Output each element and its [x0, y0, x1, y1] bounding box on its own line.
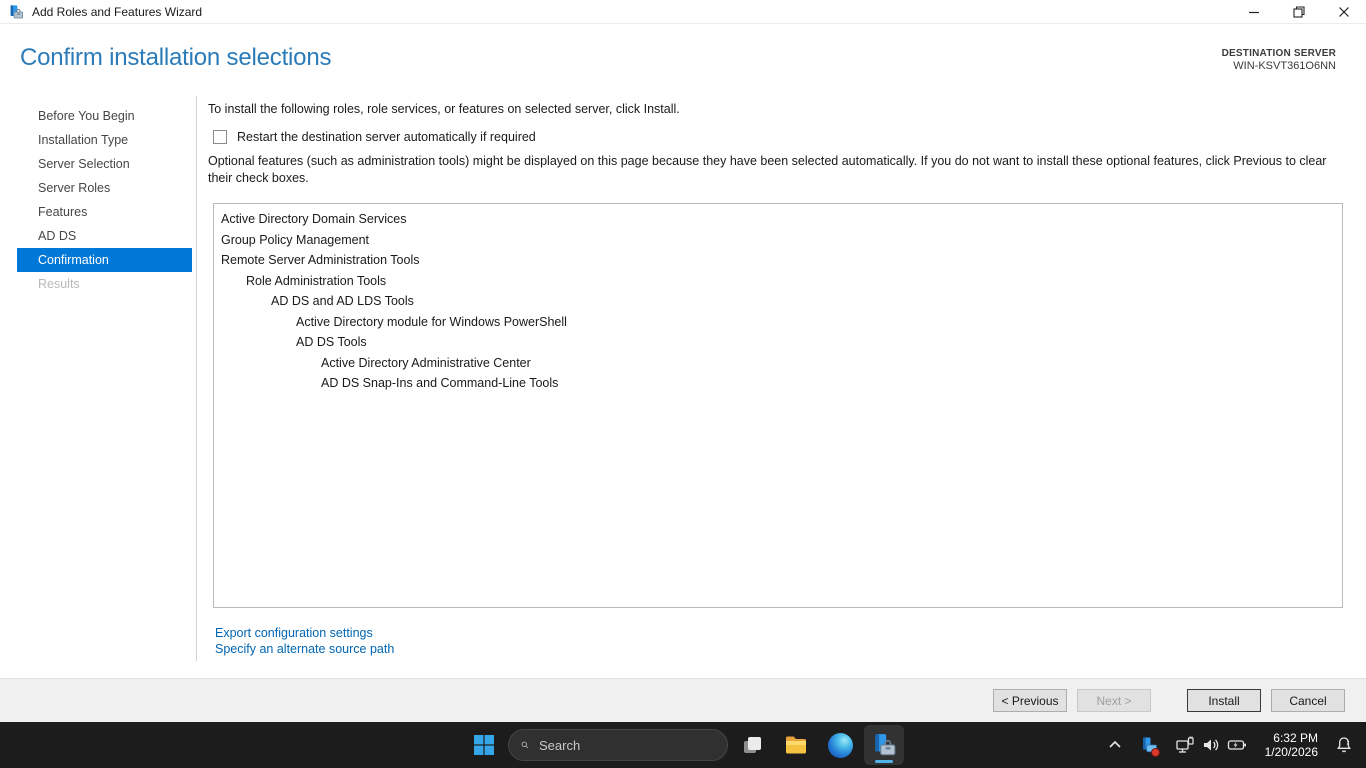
wizard-step-item[interactable]: Confirmation: [17, 248, 192, 272]
wizard-step-item[interactable]: Installation Type: [17, 128, 192, 152]
start-button[interactable]: [464, 725, 504, 765]
task-view-icon: [740, 733, 764, 757]
destination-server-block: DESTINATION SERVER WIN-KSVT361O6NN: [1222, 47, 1336, 73]
page-title: Confirm installation selections: [20, 44, 331, 72]
window-controls: [1231, 0, 1366, 24]
action-link[interactable]: Export configuration settings: [215, 625, 394, 641]
file-explorer-button[interactable]: [776, 725, 816, 765]
search-input[interactable]: [539, 738, 715, 753]
alert-badge: [1151, 748, 1160, 757]
window-title: Add Roles and Features Wizard: [32, 5, 202, 19]
chevron-up-icon: [1107, 737, 1123, 753]
feature-item[interactable]: Remote Server Administration Tools: [214, 250, 1342, 271]
close-button[interactable]: [1321, 0, 1366, 24]
wizard-buttons: < Previous Next > Install Cancel: [993, 689, 1345, 712]
hidden-icons-button[interactable]: [1103, 729, 1127, 761]
restart-checkbox[interactable]: [213, 130, 227, 144]
edge-button[interactable]: [820, 725, 860, 765]
taskbar-clock[interactable]: 6:32 PM 1/20/2026: [1261, 729, 1322, 761]
feature-item[interactable]: Active Directory Domain Services: [214, 209, 1342, 230]
wizard-step-item[interactable]: Server Roles: [17, 176, 192, 200]
clock-time: 6:32 PM: [1265, 731, 1318, 745]
wizard-step-item[interactable]: Results: [17, 272, 192, 296]
restart-checkbox-label: Restart the destination server automatic…: [237, 130, 536, 144]
action-link[interactable]: Specify an alternate source path: [215, 641, 394, 657]
server-manager-tray-button[interactable]: [1137, 729, 1161, 761]
start-icon: [472, 733, 496, 757]
network-volume-battery-group[interactable]: [1171, 729, 1251, 761]
instruction-text: To install the following roles, role ser…: [208, 102, 680, 116]
footer-bar: < Previous Next > Install Cancel: [0, 678, 1366, 722]
server-manager-taskbar-button[interactable]: [864, 725, 904, 765]
close-icon: [1337, 5, 1351, 19]
restore-button[interactable]: [1276, 0, 1321, 24]
search-icon: [521, 737, 529, 753]
volume-icon: [1199, 729, 1223, 761]
wizard-button[interactable]: Install: [1187, 689, 1261, 712]
server-manager-icon: [871, 732, 897, 758]
taskbar-search[interactable]: [508, 729, 728, 761]
taskbar-app-cluster: [464, 722, 904, 768]
feature-item[interactable]: AD DS Tools: [214, 332, 1342, 353]
feature-item[interactable]: Active Directory module for Windows Powe…: [214, 312, 1342, 333]
optional-features-note: Optional features (such as administratio…: [208, 153, 1347, 187]
wizard-button[interactable]: Cancel: [1271, 689, 1345, 712]
notification-bell-icon: z: [1334, 735, 1354, 755]
feature-item[interactable]: AD DS Snap-Ins and Command-Line Tools: [214, 373, 1342, 394]
action-links: Export configuration settings Specify an…: [215, 625, 394, 657]
minimize-icon: [1247, 5, 1261, 19]
wizard-step-item[interactable]: Server Selection: [17, 152, 192, 176]
restart-checkbox-row[interactable]: Restart the destination server automatic…: [213, 130, 536, 144]
wizard-button[interactable]: Next >: [1077, 689, 1151, 712]
feature-item[interactable]: Role Administration Tools: [214, 271, 1342, 292]
destination-server-name: WIN-KSVT361O6NN: [1222, 60, 1336, 73]
restore-icon: [1292, 5, 1306, 19]
sidebar-divider: [196, 96, 197, 661]
titlebar: Add Roles and Features Wizard: [0, 0, 1366, 24]
notification-center-button[interactable]: z: [1332, 729, 1356, 761]
taskbar: 6:32 PM 1/20/2026 z: [0, 722, 1366, 768]
add-roles-wizard-window: Add Roles and Features Wizard: [0, 0, 1366, 722]
clock-date: 1/20/2026: [1265, 745, 1318, 759]
task-view-button[interactable]: [732, 725, 772, 765]
wizard-steps-nav: Before You Begin Installation Type Serve…: [17, 104, 192, 296]
battery-icon: [1225, 729, 1249, 761]
feature-item[interactable]: AD DS and AD LDS Tools: [214, 291, 1342, 312]
server-manager-icon: [8, 4, 24, 20]
wizard-step-item[interactable]: Before You Begin: [17, 104, 192, 128]
svg-text:z: z: [1347, 741, 1350, 747]
wizard-step-item[interactable]: AD DS: [17, 224, 192, 248]
system-tray: 6:32 PM 1/20/2026 z: [1103, 722, 1366, 768]
wizard-button[interactable]: < Previous: [993, 689, 1067, 712]
selected-features-list[interactable]: Active Directory Domain Services Group P…: [213, 203, 1343, 608]
file-explorer-icon: [783, 732, 809, 758]
edge-icon: [828, 733, 853, 758]
wizard-step-item[interactable]: Features: [17, 200, 192, 224]
screen: Add Roles and Features Wizard: [0, 0, 1366, 768]
minimize-button[interactable]: [1231, 0, 1276, 24]
destination-server-label: DESTINATION SERVER: [1222, 47, 1336, 60]
feature-item[interactable]: Active Directory Administrative Center: [214, 353, 1342, 374]
network-icon: [1173, 729, 1197, 761]
feature-item[interactable]: Group Policy Management: [214, 230, 1342, 251]
